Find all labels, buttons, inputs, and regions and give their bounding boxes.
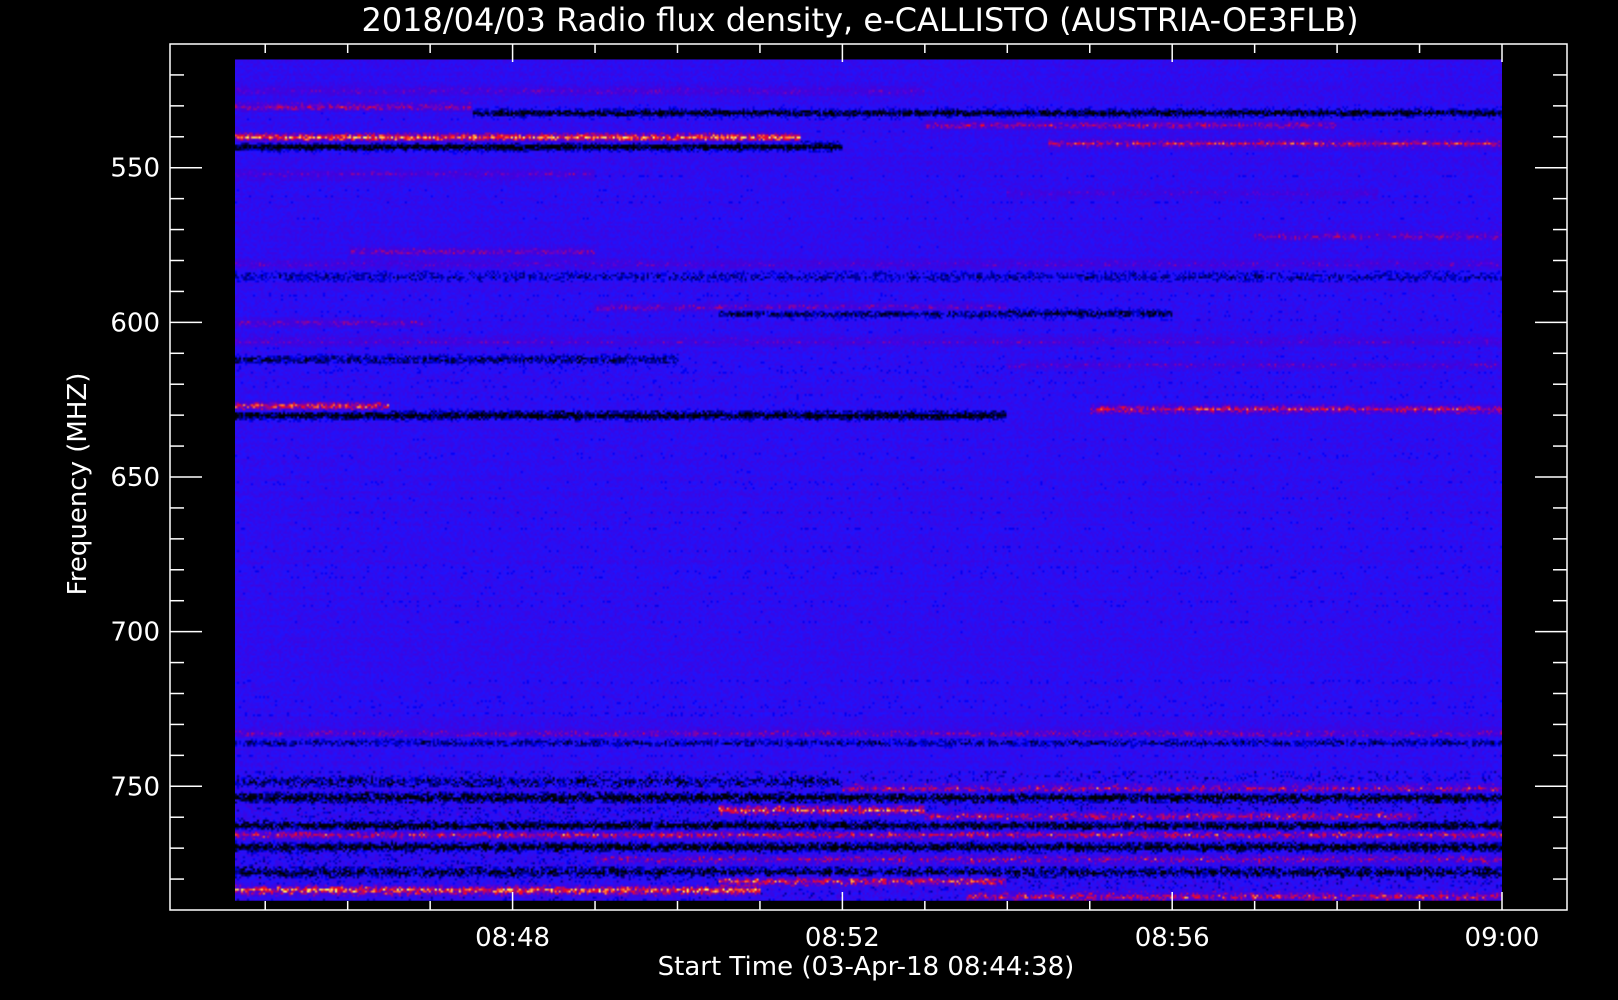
y-tick-label: 750 <box>110 772 160 802</box>
x-tick-label: 08:56 <box>1135 923 1210 953</box>
y-tick-label: 700 <box>110 618 160 648</box>
y-axis-label: Frequency (MHZ) <box>63 373 93 596</box>
y-tick-label: 650 <box>110 463 160 493</box>
x-tick-label: 08:52 <box>805 923 880 953</box>
x-tick-label: 08:48 <box>475 923 550 953</box>
spectrogram-canvas <box>235 59 1502 901</box>
chart-title: 2018/04/03 Radio flux density, e-CALLIST… <box>361 1 1358 39</box>
x-axis-label: Start Time (03-Apr-18 08:44:38) <box>658 952 1075 982</box>
y-tick-label: 550 <box>110 154 160 184</box>
radio-spectrogram-chart: 2018/04/03 Radio flux density, e-CALLIST… <box>0 0 1618 1000</box>
spectrogram-heatmap <box>235 59 1502 901</box>
y-tick-label: 600 <box>110 308 160 338</box>
x-tick-label: 09:00 <box>1465 923 1540 953</box>
